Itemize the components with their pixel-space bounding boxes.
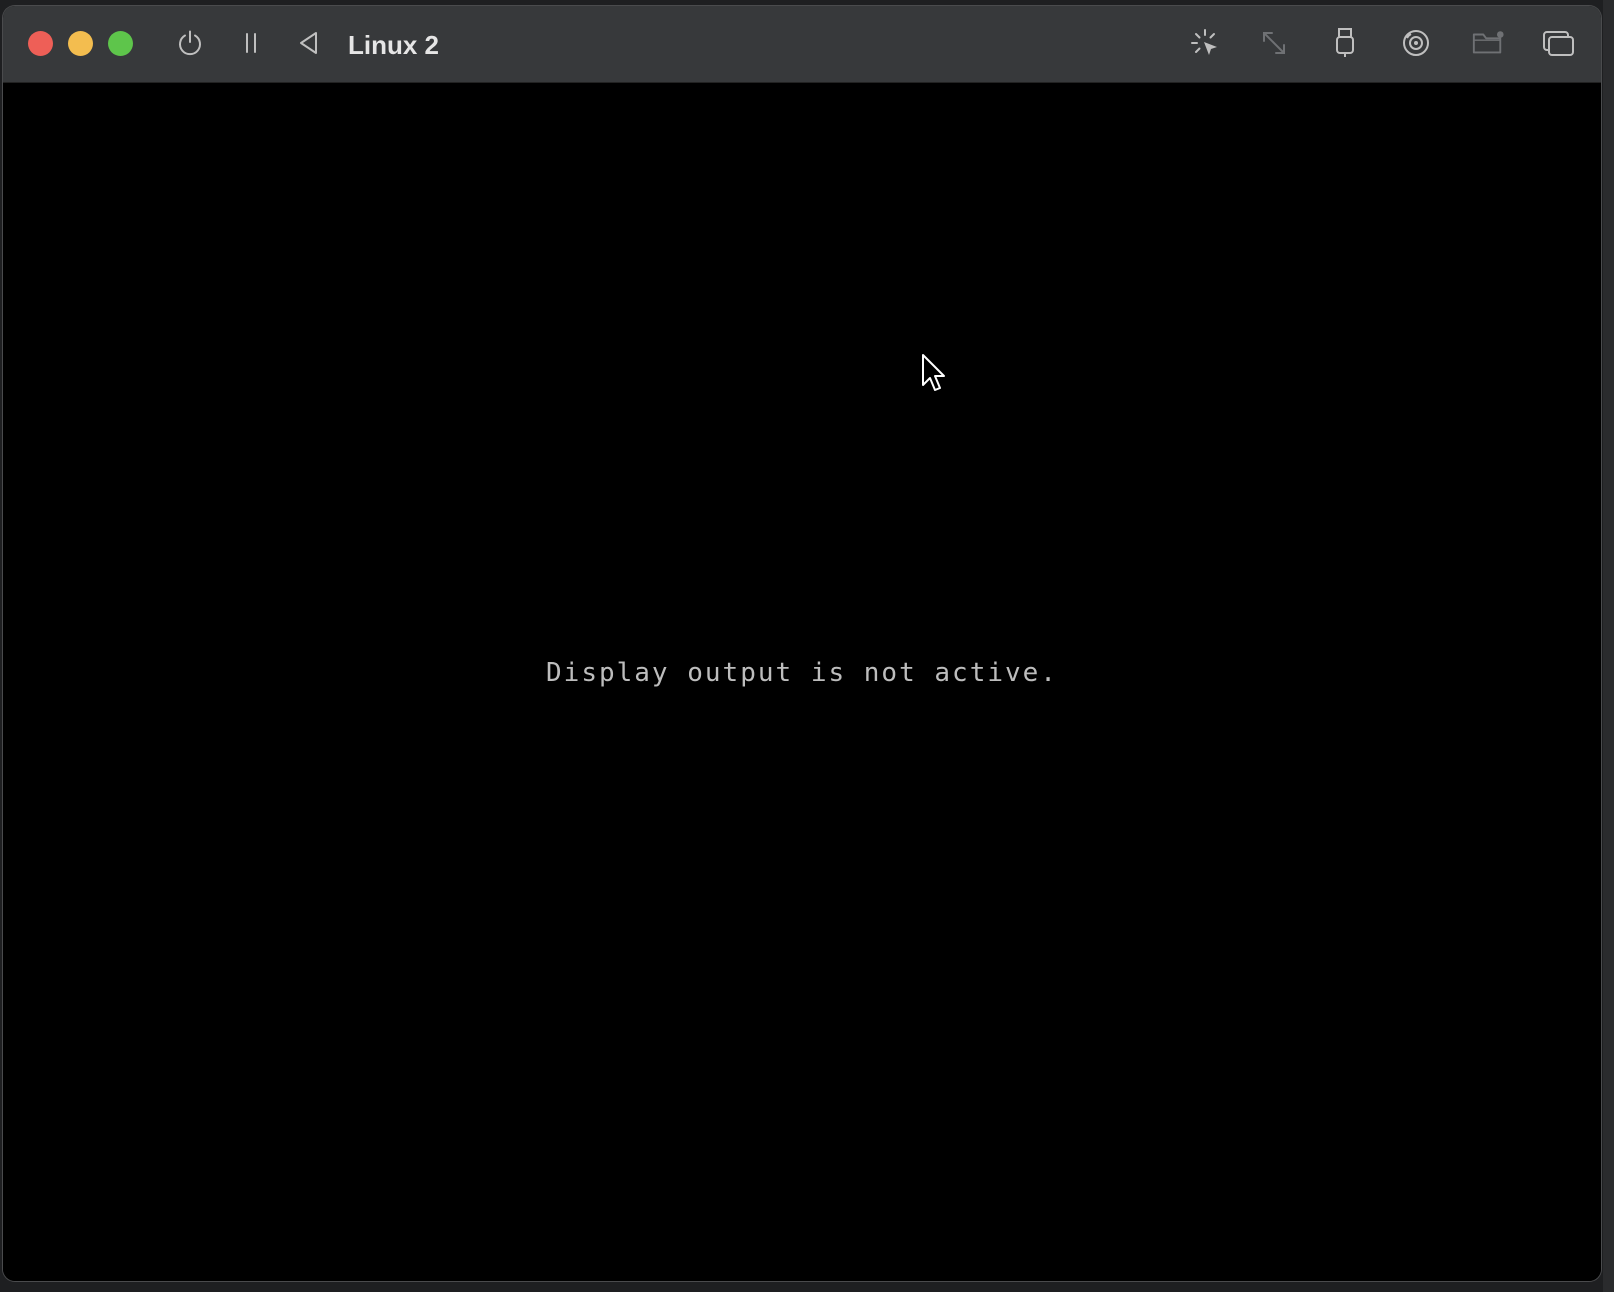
cursor-capture-icon — [1191, 29, 1217, 55]
usb-button[interactable] — [1328, 26, 1362, 60]
mouse-pointer-icon — [922, 354, 945, 391]
vm-display[interactable]: Display output is not active. — [3, 83, 1601, 1281]
power-button[interactable] — [173, 26, 207, 60]
windows-button[interactable] — [1542, 26, 1576, 60]
shared-folder-button[interactable] — [1471, 26, 1505, 60]
power-icon — [179, 30, 201, 56]
pause-icon — [246, 33, 256, 53]
pause-button[interactable] — [234, 26, 268, 60]
vm-window: Linux 2 Display output is not active. — [3, 6, 1601, 1281]
disk-button[interactable] — [1399, 26, 1433, 60]
display-status-message: Display output is not active. — [546, 658, 1058, 688]
back-button[interactable] — [292, 26, 326, 60]
disc-icon — [1403, 30, 1429, 56]
minimize-button[interactable] — [68, 31, 93, 56]
zoom-button[interactable] — [108, 31, 133, 56]
folder-icon — [1472, 31, 1504, 54]
resize-arrows-icon — [1263, 32, 1285, 54]
background-window-peek — [1603, 0, 1614, 1292]
capture-input-button[interactable] — [1188, 26, 1222, 60]
window-title: Linux 2 — [348, 30, 440, 60]
triangle-left-icon — [300, 32, 317, 54]
windows-icon — [1543, 31, 1574, 56]
usb-icon — [1336, 28, 1354, 57]
close-button[interactable] — [28, 31, 53, 56]
title-bar: Linux 2 — [3, 6, 1601, 83]
resize-button[interactable] — [1257, 26, 1291, 60]
